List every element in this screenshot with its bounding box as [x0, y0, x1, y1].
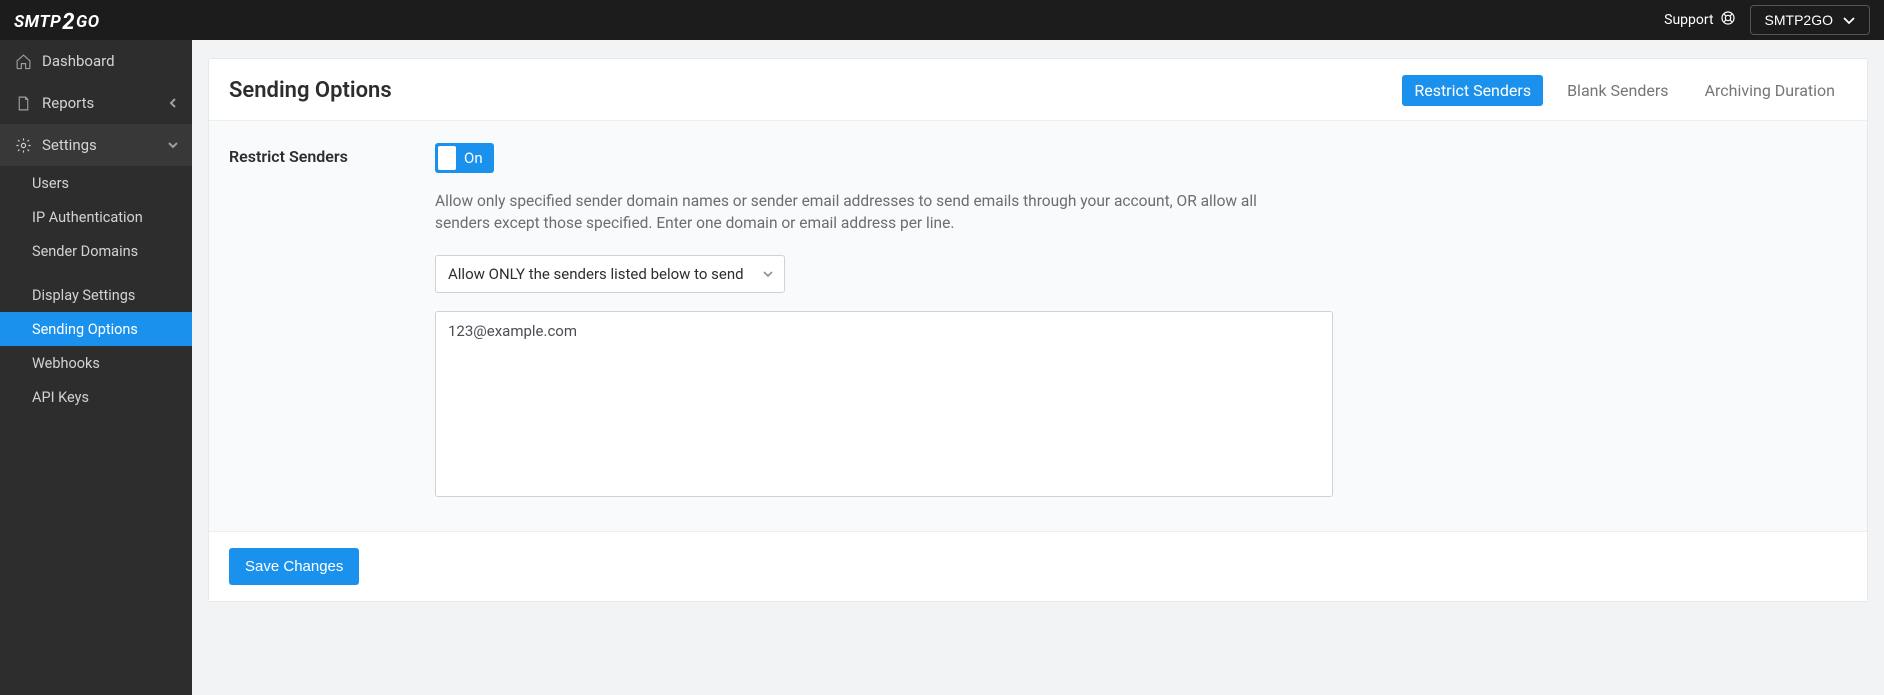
chevron-left-icon [168, 94, 178, 112]
sidebar-item-label: Users [32, 175, 69, 192]
sidebar-item-label: Dashboard [42, 52, 115, 70]
sidebar-item-label: Sending Options [32, 321, 138, 338]
save-button-label: Save Changes [245, 558, 343, 575]
tab-label: Blank Senders [1567, 81, 1668, 100]
restrict-senders-toggle[interactable]: On [435, 143, 494, 173]
sidebar-item-settings[interactable]: Settings [0, 124, 192, 166]
tab-archiving-duration[interactable]: Archiving Duration [1693, 75, 1847, 106]
sidebar-item-label: Sender Domains [32, 243, 138, 260]
toggle-state-label: On [456, 149, 491, 167]
save-button[interactable]: Save Changes [229, 548, 359, 585]
sidebar-item-users[interactable]: Users [0, 166, 192, 200]
senders-textarea[interactable] [435, 311, 1333, 497]
tabs: Restrict Senders Blank Senders Archiving… [1402, 75, 1847, 106]
sidebar: Dashboard Reports Settings Users [0, 40, 192, 695]
account-label: SMTP2GO [1765, 12, 1833, 28]
support-label: Support [1664, 12, 1713, 28]
chevron-down-icon [1843, 12, 1855, 28]
tab-restrict-senders[interactable]: Restrict Senders [1402, 75, 1543, 106]
tab-blank-senders[interactable]: Blank Senders [1555, 75, 1680, 106]
tab-label: Restrict Senders [1414, 81, 1531, 100]
sidebar-item-reports[interactable]: Reports [0, 82, 192, 124]
chevron-down-icon [168, 136, 178, 154]
select-value: Allow ONLY the senders listed below to s… [448, 265, 744, 283]
sidebar-item-sender-domains[interactable]: Sender Domains [0, 234, 192, 268]
account-menu-button[interactable]: SMTP2GO [1750, 5, 1870, 35]
sidebar-item-dashboard[interactable]: Dashboard [0, 40, 192, 82]
sending-options-card: Sending Options Restrict Senders Blank S… [208, 58, 1868, 602]
support-link[interactable]: Support [1664, 10, 1735, 30]
sidebar-item-display-settings[interactable]: Display Settings [0, 278, 192, 312]
restrict-senders-help: Allow only specified sender domain names… [435, 190, 1315, 235]
topbar: SMTP2GO Support SMTP2GO [0, 0, 1884, 40]
sidebar-item-label: IP Authentication [32, 209, 143, 226]
toggle-knob [438, 146, 456, 170]
tab-label: Archiving Duration [1705, 81, 1835, 100]
gear-icon [14, 136, 32, 154]
document-icon [14, 94, 32, 112]
restrict-senders-label: Restrict Senders [229, 143, 415, 501]
sidebar-item-label: Settings [42, 136, 97, 154]
lifebuoy-icon [1720, 10, 1736, 30]
sidebar-item-ip-authentication[interactable]: IP Authentication [0, 200, 192, 234]
page-title: Sending Options [229, 78, 392, 103]
sidebar-item-sending-options[interactable]: Sending Options [0, 312, 192, 346]
sidebar-item-webhooks[interactable]: Webhooks [0, 346, 192, 380]
sender-mode-select[interactable]: Allow ONLY the senders listed below to s… [435, 255, 785, 293]
sidebar-item-label: Webhooks [32, 355, 100, 372]
main-content: Sending Options Restrict Senders Blank S… [192, 40, 1884, 695]
sidebar-item-api-keys[interactable]: API Keys [0, 380, 192, 414]
logo: SMTP2GO [14, 8, 100, 33]
sidebar-item-label: Display Settings [32, 287, 135, 304]
home-icon [14, 52, 32, 70]
sidebar-item-label: Reports [42, 94, 94, 112]
sidebar-item-label: API Keys [32, 389, 89, 406]
